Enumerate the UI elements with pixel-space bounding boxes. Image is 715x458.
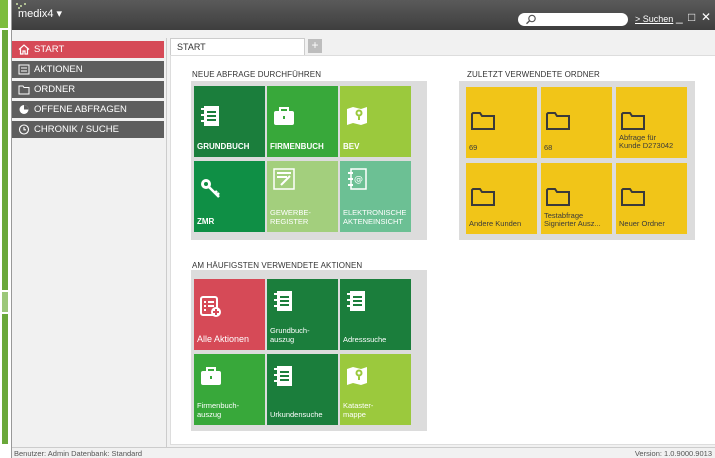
tile-alle-aktionen[interactable]: Alle Aktionen — [194, 279, 265, 350]
sidebar-item-ordner[interactable]: ORDNER — [12, 81, 164, 98]
tile-label: BEV — [343, 142, 360, 151]
home-icon — [18, 44, 30, 55]
tile-label: Firmenbuch-auszug — [197, 401, 240, 419]
tile-katastralmappe[interactable]: Kataster-mappe — [340, 354, 411, 425]
notebook-icon — [274, 291, 292, 311]
tile-label: Kataster-mappe — [343, 401, 374, 419]
folder-icon — [546, 188, 570, 206]
tile-label: GEWERBE- REGISTER — [270, 208, 311, 226]
clock-icon — [18, 124, 30, 135]
maximize-button[interactable]: □ — [688, 11, 695, 23]
close-button[interactable]: ✕ — [701, 11, 711, 23]
tile-firmenbuchauszug[interactable]: Firmenbuch-auszug — [194, 354, 265, 425]
sidebar-item-aktionen[interactable]: AKTIONEN — [12, 61, 164, 78]
tile-grundbuch[interactable]: GRUNDBUCH — [194, 86, 265, 157]
tile-urkundensuche[interactable]: Urkundensuche — [267, 354, 338, 425]
folder-abfrage-kunde[interactable]: Abfrage für Kunde D273042 — [616, 87, 687, 158]
tile-label: ZMR — [197, 217, 215, 226]
left-edge-strip — [0, 0, 11, 458]
folder-icon — [471, 188, 495, 206]
folder-label: Neuer Ordner — [619, 219, 665, 228]
key-icon — [201, 179, 220, 198]
sidebar-item-start[interactable]: START — [12, 41, 164, 58]
sidebar-item-chronik-suche[interactable]: CHRONIK / SUCHE — [12, 121, 164, 138]
folder-icon — [621, 188, 645, 206]
status-version: Version: 1.0.9000.9013 — [634, 449, 712, 458]
tile-bev[interactable]: BEV — [340, 86, 411, 157]
notebook-icon — [201, 106, 219, 126]
folder-label: Testabfrage Signierter Ausz... — [544, 211, 601, 228]
notebook-icon — [347, 291, 365, 311]
sidebar-item-label: AKTIONEN — [34, 64, 83, 75]
actions-icon — [18, 64, 30, 75]
briefcase-icon — [201, 367, 221, 385]
folder-label: Abfrage für Kunde D273042 — [619, 133, 674, 150]
sidebar-item-label: CHRONIK / SUCHE — [34, 124, 119, 135]
pie-icon — [19, 105, 29, 114]
sidebar-item-label: OFFENE ABFRAGEN — [34, 104, 127, 115]
search-link[interactable]: > Suchen — [635, 14, 673, 24]
new-query-panel: GRUNDBUCH FIRMENBUCH BEV ZMR GEWERBE- RE… — [191, 81, 427, 240]
tile-label: Alle Aktionen — [197, 334, 250, 344]
minimize-button[interactable]: _ — [676, 11, 683, 23]
folder-label: Andere Kunden — [469, 219, 522, 228]
title-bar: medix4 ▾ > Suchen _ □ ✕ — [12, 0, 715, 30]
frequent-actions-title: AM HÄUFIGSTEN VERWENDETE AKTIONEN — [192, 261, 363, 270]
tile-zmr[interactable]: ZMR — [194, 161, 265, 232]
notebook-icon — [274, 366, 292, 386]
map-pin-icon — [347, 367, 367, 385]
sidebar: START AKTIONEN ORDNER OFFENE ABFRAGEN CH… — [12, 38, 167, 458]
tile-label: GRUNDBUCH — [197, 142, 250, 151]
folder-icon — [621, 112, 645, 130]
tile-gewerberegister[interactable]: GEWERBE- REGISTER — [267, 161, 338, 232]
tile-grundbuchauszug[interactable]: Grundbuch-auszug — [267, 279, 338, 350]
tile-label: Adresssuche — [343, 335, 387, 344]
status-bar: Benutzer: Admin Datenbank: Standard Vers… — [12, 447, 715, 458]
recent-folders-panel: 69 68 Abfrage für Kunde D273042 Andere Ku… — [459, 81, 695, 240]
folder-label: 68 — [544, 143, 553, 152]
add-tab-button[interactable]: + — [308, 39, 322, 53]
folder-label: 69 — [469, 143, 478, 152]
new-query-title: NEUE ABFRAGE DURCHFÜHREN — [192, 70, 322, 79]
list-add-icon — [200, 296, 221, 317]
sidebar-item-label: ORDNER — [34, 84, 76, 95]
tile-label: ELEKTRONISCHE AKTENEINSICHT — [343, 208, 407, 226]
sidebar-item-offene-abfragen[interactable]: OFFENE ABFRAGEN — [12, 101, 164, 118]
app-window: medix4 ▾ > Suchen _ □ ✕ START AKTIONEN O… — [11, 0, 715, 458]
frequent-actions-panel: Alle Aktionen Grundbuch-auszug Adresssuc… — [191, 270, 427, 431]
search-input[interactable] — [518, 13, 628, 26]
tile-adresssuche[interactable]: Adresssuche — [340, 279, 411, 350]
briefcase-icon — [274, 107, 294, 125]
app-logo-menu[interactable]: medix4 ▾ — [18, 7, 62, 20]
tile-firmenbuch[interactable]: FIRMENBUCH — [267, 86, 338, 157]
folder-icon — [18, 85, 30, 95]
start-page: NEUE ABFRAGE DURCHFÜHREN GRUNDBUCH FIRME… — [170, 55, 715, 445]
folder-testabfrage[interactable]: Testabfrage Signierter Ausz... — [541, 163, 612, 234]
folder-68[interactable]: 68 — [541, 87, 612, 158]
search-icon — [526, 14, 536, 25]
tile-label: Grundbuch-auszug — [270, 326, 310, 344]
svg-text:@: @ — [354, 175, 363, 185]
form-icon — [273, 168, 295, 190]
map-pin-icon — [347, 107, 367, 125]
recent-folders-title: ZULETZT VERWENDETE ORDNER — [467, 70, 600, 79]
tile-elektronische-akteneinsicht[interactable]: @ ELEKTRONISCHE AKTENEINSICHT — [340, 161, 411, 232]
contacts-icon: @ — [348, 168, 367, 190]
tile-label: FIRMENBUCH — [270, 142, 324, 151]
sidebar-item-label: START — [34, 44, 65, 55]
tile-label: Urkundensuche — [270, 410, 323, 419]
status-user-db: Benutzer: Admin Datenbank: Standard — [14, 449, 142, 458]
folder-icon — [546, 112, 570, 130]
folder-andere-kunden[interactable]: Andere Kunden — [466, 163, 537, 234]
folder-neuer-ordner[interactable]: Neuer Ordner — [616, 163, 687, 234]
tab-start[interactable]: START — [170, 38, 305, 55]
folder-69[interactable]: 69 — [466, 87, 537, 158]
folder-icon — [471, 112, 495, 130]
